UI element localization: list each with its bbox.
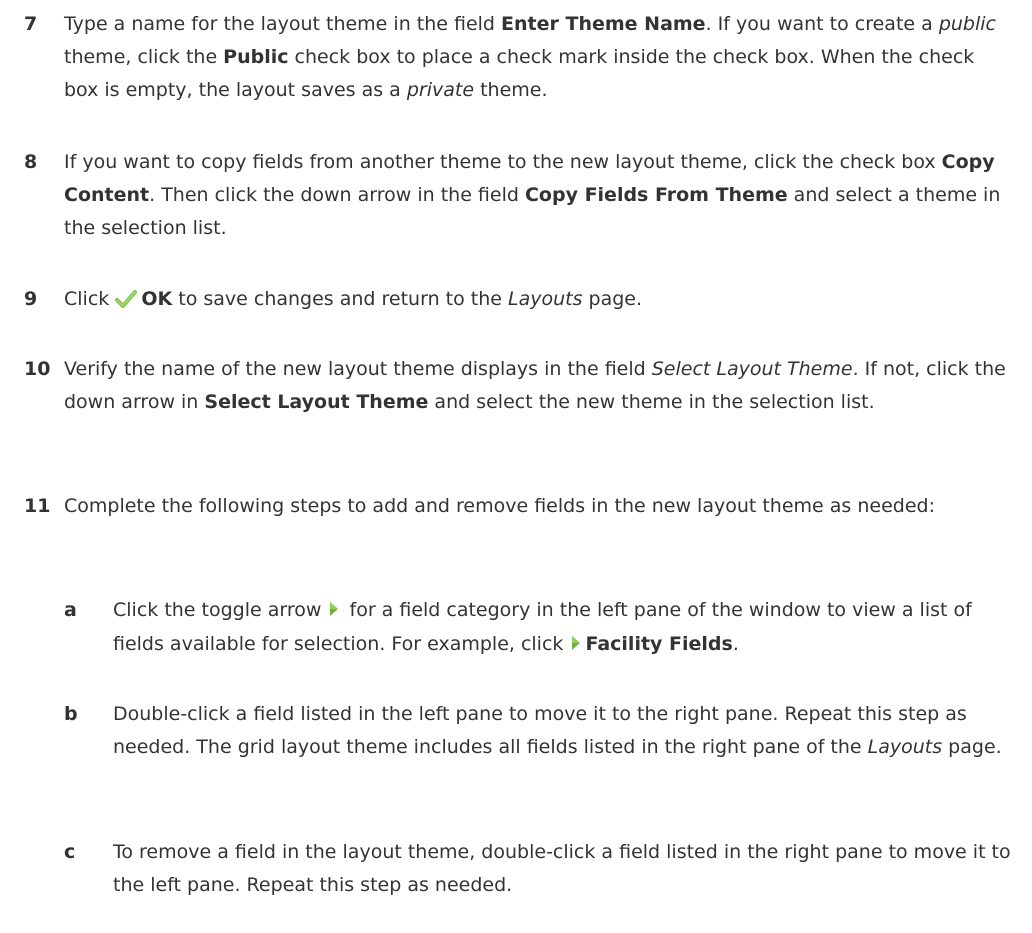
substep-letter: c: [64, 841, 76, 863]
substep-text: Click the toggle arrow for a field categ…: [113, 594, 1018, 662]
ok-label: OK: [141, 288, 173, 310]
substep-text: To remove a field in the layout theme, d…: [113, 841, 1011, 896]
toggle-arrow-icon: [571, 629, 581, 662]
step-text: Type a name for the layout theme in the …: [64, 13, 996, 101]
step-number: 9: [24, 288, 38, 310]
toggle-arrow-icon: [329, 595, 339, 628]
step-number: 7: [24, 13, 38, 35]
check-mark-icon: [115, 287, 138, 320]
step-number: 8: [24, 151, 38, 173]
step-text: Click OK to save changes and return to t…: [64, 283, 1012, 320]
field-name-select-layout-theme: Select Layout Theme: [204, 391, 429, 413]
field-name-enter-theme-name: Enter Theme Name: [501, 13, 706, 35]
step-number: 10: [24, 358, 51, 380]
field-name-public: Public: [223, 46, 289, 68]
substep-text: Double-click a field listed in the left …: [113, 703, 1002, 758]
field-name-copy-fields-from-theme: Copy Fields From Theme: [524, 184, 788, 206]
step-text: Verify the name of the new layout theme …: [64, 358, 1006, 413]
field-name-facility-fields: Facility Fields: [585, 633, 733, 655]
step-text: Complete the following steps to add and …: [64, 495, 935, 517]
substep-letter: a: [64, 599, 77, 621]
substep-letter: b: [64, 703, 78, 725]
step-text: If you want to copy fields from another …: [64, 151, 1001, 239]
step-number: 11: [24, 495, 51, 517]
